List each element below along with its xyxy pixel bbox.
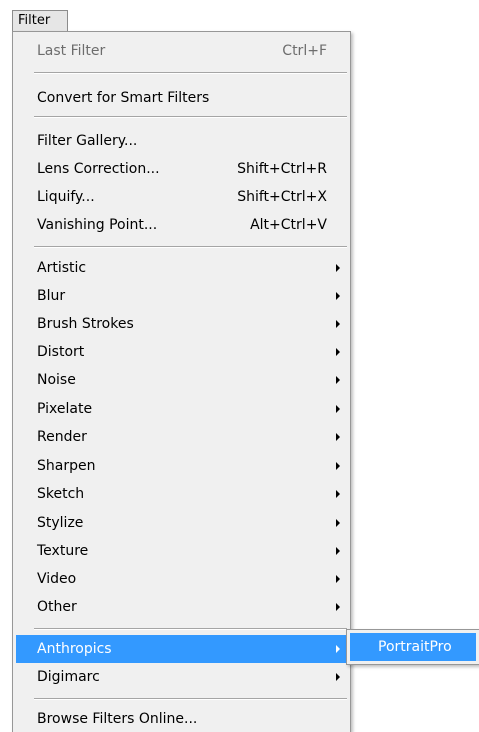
screen: Filter Last Filter Ctrl+F Convert for Sm… [0, 0, 479, 732]
submenu-arrow-icon [336, 433, 340, 441]
menu-item-shortcut: Shift+Ctrl+R [237, 161, 327, 177]
filter-menu: Last Filter Ctrl+F Convert for Smart Fil… [12, 31, 351, 732]
menu-item-label: Noise [37, 372, 76, 388]
submenu-item-other[interactable]: Other [16, 593, 347, 621]
menu-item-shortcut: Shift+Ctrl+X [237, 189, 327, 205]
submenu-item-portraitpro[interactable]: PortraitPro [350, 633, 476, 661]
submenu-arrow-icon [336, 348, 340, 356]
menu-item-label: Artistic [37, 260, 87, 276]
menu-item-label: Sharpen [37, 458, 96, 474]
submenu-item-noise[interactable]: Noise [16, 366, 347, 394]
menu-item-label: Brush Strokes [37, 316, 134, 332]
submenu-item-anthropics[interactable]: Anthropics [16, 635, 347, 663]
menu-item-label: Video [37, 571, 77, 587]
submenu-arrow-icon [336, 603, 340, 611]
submenu-item-stylize[interactable]: Stylize [16, 509, 347, 537]
menu-separator [34, 72, 347, 74]
menu-item-label: Texture [37, 543, 89, 559]
menu-separator [34, 628, 347, 630]
submenu-arrow-icon [336, 292, 340, 300]
menu-item-label: Anthropics [37, 641, 112, 657]
submenu-item-artistic[interactable]: Artistic [16, 254, 347, 282]
menu-item-label: Other [37, 599, 77, 615]
menu-item-label: Sketch [37, 486, 85, 502]
submenu-arrow-icon [336, 405, 340, 413]
submenu-arrow-icon [336, 547, 340, 555]
menu-item-label: Browse Filters Online... [37, 711, 198, 727]
anthropics-submenu: PortraitPro [346, 629, 479, 665]
submenu-arrow-icon [336, 519, 340, 527]
submenu-arrow-icon [336, 645, 340, 653]
menu-item-shortcut: Ctrl+F [282, 43, 327, 59]
submenu-item-sketch[interactable]: Sketch [16, 480, 347, 508]
menu-item-liquify[interactable]: Liquify... Shift+Ctrl+X [16, 183, 347, 211]
submenu-item-sharpen[interactable]: Sharpen [16, 452, 347, 480]
submenu-arrow-icon [336, 264, 340, 272]
menu-item-label: Stylize [37, 515, 84, 531]
menubar-filter[interactable]: Filter [12, 10, 68, 32]
menu-item-label: Distort [37, 344, 85, 360]
menu-item-vanishing-point[interactable]: Vanishing Point... Alt+Ctrl+V [16, 211, 347, 239]
menu-item-label: Last Filter [37, 43, 106, 59]
submenu-arrow-icon [336, 575, 340, 583]
menu-item-label: Lens Correction... [37, 161, 160, 177]
submenu-arrow-icon [336, 320, 340, 328]
submenu-arrow-icon [336, 490, 340, 498]
menu-item-filter-gallery[interactable]: Filter Gallery... [16, 127, 347, 155]
menu-item-label: Vanishing Point... [37, 217, 158, 233]
submenu-item-brush-strokes[interactable]: Brush Strokes [16, 310, 347, 338]
submenu-arrow-icon [336, 376, 340, 384]
menu-item-label: Liquify... [37, 189, 95, 205]
submenu-item-digimarc[interactable]: Digimarc [16, 663, 347, 691]
menu-item-last-filter: Last Filter Ctrl+F [16, 37, 347, 65]
submenu-item-blur[interactable]: Blur [16, 282, 347, 310]
menu-item-label: Pixelate [37, 401, 93, 417]
submenu-arrow-icon [336, 673, 340, 681]
menu-item-label: Blur [37, 288, 66, 304]
menu-item-label: Digimarc [37, 669, 100, 685]
submenu-item-video[interactable]: Video [16, 565, 347, 593]
menu-item-label: Convert for Smart Filters [37, 90, 210, 106]
menu-separator [34, 246, 347, 248]
menu-item-label: Filter Gallery... [37, 133, 138, 149]
submenu-item-distort[interactable]: Distort [16, 338, 347, 366]
menu-item-label: PortraitPro [378, 639, 452, 655]
submenu-item-texture[interactable]: Texture [16, 537, 347, 565]
menu-item-label: Render [37, 429, 87, 445]
submenu-item-render[interactable]: Render [16, 423, 347, 451]
menu-separator [34, 116, 347, 118]
menu-item-shortcut: Alt+Ctrl+V [250, 217, 327, 233]
menu-item-convert-smart-filters[interactable]: Convert for Smart Filters [16, 84, 347, 112]
menu-item-browse-filters-online[interactable]: Browse Filters Online... [16, 705, 347, 732]
submenu-item-pixelate[interactable]: Pixelate [16, 395, 347, 423]
menu-item-lens-correction[interactable]: Lens Correction... Shift+Ctrl+R [16, 155, 347, 183]
submenu-arrow-icon [336, 462, 340, 470]
menu-separator [34, 698, 347, 700]
